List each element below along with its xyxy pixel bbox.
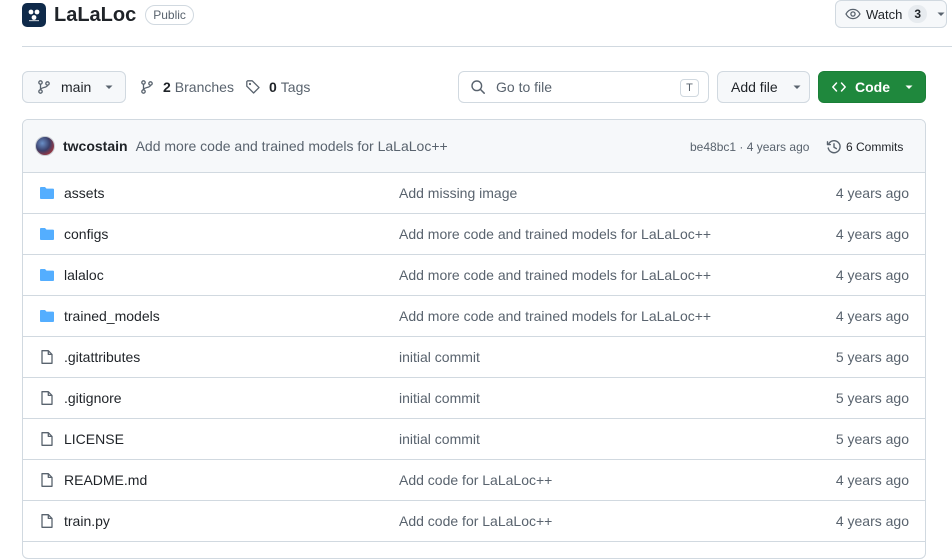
caret-down-icon [105, 85, 113, 89]
file-commit-date: 5 years ago [835, 349, 909, 365]
file-name-link[interactable]: .gitignore [64, 390, 122, 406]
owner-logo-icon [28, 9, 40, 22]
file-name-link[interactable]: assets [64, 185, 104, 201]
tags-count: 0 [269, 79, 277, 95]
file-commit-date: 5 years ago [835, 390, 909, 406]
add-file-label: Add file [731, 79, 778, 95]
caret-down-icon [905, 85, 913, 89]
file-listing: twcostain Add more code and trained mode… [22, 119, 926, 559]
commit-message[interactable]: Add more code and trained models for LaL… [136, 138, 448, 154]
add-file-button[interactable]: Add file [717, 71, 810, 103]
latest-commit-bar: twcostain Add more code and trained mode… [23, 120, 925, 173]
file-commit-date: 4 years ago [835, 226, 909, 242]
branches-label: Branches [174, 79, 234, 95]
file-name-link[interactable]: configs [64, 226, 108, 242]
file-row[interactable]: train.py Add code for LaLaLoc++ 4 years ag… [23, 501, 925, 542]
file-row[interactable]: assets Add missing image 4 years ago [23, 173, 925, 214]
file-commit-date: 4 years ago [835, 185, 909, 201]
code-brackets-icon [832, 82, 846, 92]
tag-icon [246, 80, 260, 94]
go-to-file-search[interactable]: T [458, 71, 709, 103]
file-icon [41, 350, 53, 364]
file-icon [41, 432, 53, 446]
branch-selector-button[interactable]: main [22, 71, 126, 103]
file-commit-message[interactable]: Add code for LaLaLoc++ [399, 472, 552, 488]
file-commit-message[interactable]: Add code for LaLaLoc++ [399, 513, 552, 529]
eye-icon [845, 8, 861, 20]
file-name-link[interactable]: LICENSE [64, 431, 124, 447]
file-row[interactable]: README.md Add code for LaLaLoc++ 4 years a… [23, 460, 925, 501]
file-toolbar: main 2 Branches 0 Tags T Add file [22, 71, 926, 103]
tags-link[interactable]: 0 Tags [245, 71, 310, 103]
commit-author[interactable]: twcostain [63, 138, 128, 154]
tags-label: Tags [280, 79, 311, 95]
header-divider [22, 46, 952, 47]
caret-down-icon [937, 12, 945, 16]
folder-icon [40, 228, 54, 240]
author-avatar[interactable] [35, 136, 55, 156]
file-name-link[interactable]: trained_models [64, 308, 160, 324]
file-name-link[interactable]: .gitattributes [64, 349, 140, 365]
watch-label: Watch [865, 6, 903, 22]
file-commit-message[interactable]: Add missing image [399, 185, 517, 201]
repo-owner-avatar[interactable] [22, 3, 46, 27]
file-icon [41, 514, 53, 528]
file-name-link[interactable]: lalaloc [64, 267, 104, 283]
file-icon [41, 473, 53, 487]
repo-name[interactable]: LaLaLoc [54, 4, 136, 27]
file-name-link[interactable]: README.md [64, 472, 147, 488]
git-branch-icon [38, 80, 50, 94]
file-row[interactable]: lalaloc Add more code and trained models … [23, 255, 925, 296]
file-commit-message[interactable]: Add more code and trained models for LaL… [399, 267, 711, 283]
commit-sha-time[interactable]: be48bc1 · 4 years ago [690, 120, 809, 173]
watch-count: 3 [908, 5, 928, 23]
file-commit-date: 5 years ago [835, 431, 909, 447]
file-commit-message[interactable]: Add more code and trained models for LaL… [399, 308, 711, 324]
commits-history-link[interactable]: 6 Commits [826, 120, 903, 173]
file-row[interactable]: .gitignore initial commit 5 years ago [23, 378, 925, 419]
file-row[interactable]: trained_models Add more code and trained … [23, 296, 925, 337]
caret-down-icon [793, 85, 801, 89]
file-commit-date: 4 years ago [835, 513, 909, 529]
file-commit-date: 4 years ago [835, 308, 909, 324]
file-row[interactable]: configs Add more code and trained models … [23, 214, 925, 255]
file-commit-message[interactable]: initial commit [399, 431, 480, 447]
branches-link[interactable]: 2 Branches [139, 71, 234, 103]
file-commit-message[interactable]: initial commit [399, 349, 480, 365]
file-icon [41, 391, 53, 405]
folder-icon [40, 187, 54, 199]
branches-count: 2 [163, 79, 171, 95]
history-icon [826, 139, 841, 153]
folder-icon [40, 310, 54, 322]
search-icon [471, 80, 485, 94]
file-commit-date: 4 years ago [835, 472, 909, 488]
file-commit-message[interactable]: Add more code and trained models for LaL… [399, 226, 711, 242]
code-button[interactable]: Code [818, 71, 926, 103]
visibility-badge: Public [145, 5, 194, 25]
file-rows: assets Add missing image 4 years ago confi… [23, 173, 925, 542]
code-label: Code [855, 79, 890, 95]
git-branch-icon [141, 80, 153, 94]
file-row[interactable]: LICENSE initial commit 5 years ago [23, 419, 925, 460]
folder-icon [40, 269, 54, 281]
branch-name: main [61, 79, 92, 95]
commits-count: 6 Commits [846, 139, 904, 154]
file-commit-date: 4 years ago [835, 267, 909, 283]
file-name-link[interactable]: train.py [64, 513, 110, 529]
watch-button[interactable]: Watch 3 [835, 0, 947, 28]
file-row[interactable]: .gitattributes initial commit 5 years ago [23, 337, 925, 378]
repo-header: LaLaLoc Public [22, 0, 194, 30]
go-to-file-input[interactable] [494, 78, 664, 96]
keyboard-shortcut-hint: T [680, 79, 699, 97]
file-commit-message[interactable]: initial commit [399, 390, 480, 406]
